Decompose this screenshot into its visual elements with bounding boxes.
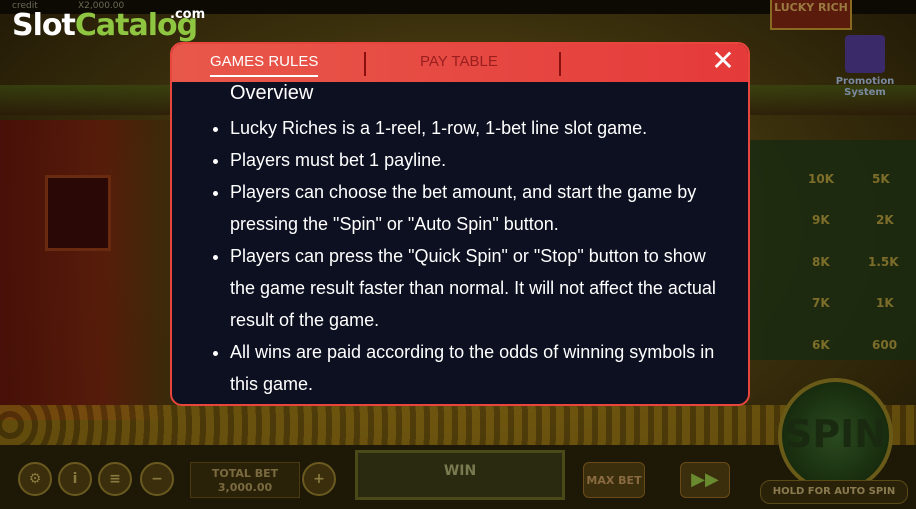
- slotcatalog-logo: SlotCatalog .com: [12, 7, 205, 43]
- tab-divider: [364, 52, 366, 76]
- paytable-value: 600: [872, 338, 898, 352]
- temple-window: [45, 175, 111, 251]
- total-bet-value: 3,000.00: [217, 481, 273, 494]
- close-icon[interactable]: ✕: [710, 47, 736, 75]
- paytable-value: 5K: [872, 172, 890, 186]
- win-display: WIN: [355, 450, 565, 500]
- logo-slot-text: Slot: [12, 8, 76, 43]
- rules-content: Overview Lucky Riches is a 1-reel, 1-row…: [172, 82, 748, 404]
- spin-button[interactable]: SPIN: [778, 378, 893, 493]
- play-icon[interactable]: ▶▶: [680, 462, 730, 498]
- total-bet-label: TOTAL BET: [211, 467, 279, 480]
- logo-com-text: .com: [170, 7, 206, 22]
- rule-item: Lucky Riches is a 1-reel, 1-row, 1-bet l…: [230, 112, 720, 144]
- paytable-value: 8K: [812, 255, 830, 269]
- rule-item: Players must bet 1 payline.: [230, 144, 720, 176]
- rule-item: Players can choose the bet amount, and s…: [230, 176, 720, 240]
- max-bet-button[interactable]: MAX BET: [583, 462, 645, 498]
- tab-games-rules[interactable]: GAMES RULES: [210, 53, 319, 77]
- lucky-rich-sign: LUCKY RICH: [770, 0, 852, 30]
- modal-header: GAMES RULES PAY TABLE ✕: [172, 44, 748, 82]
- promotion-label: Promotion System: [835, 76, 895, 98]
- paytable-value: 1.5K: [868, 255, 899, 269]
- tab-divider: [559, 52, 561, 76]
- promotion-button[interactable]: Promotion System: [820, 35, 910, 110]
- increase-bet-button[interactable]: +: [302, 462, 336, 496]
- rule-item: All wins are paid according to the odds …: [230, 336, 720, 400]
- paytable-value: 10K: [808, 172, 834, 186]
- paytable-value: 1K: [876, 296, 894, 310]
- info-icon[interactable]: i: [58, 462, 92, 496]
- tab-pay-table[interactable]: PAY TABLE: [420, 53, 498, 70]
- decrease-bet-button[interactable]: −: [140, 462, 174, 496]
- paytable-panel: 10K 5K 9K 2K 8K 1.5K 7K 1K 6K 600: [750, 140, 916, 360]
- overview-heading: Overview: [230, 82, 314, 104]
- paytable-value: 6K: [812, 338, 830, 352]
- paytable-value: 2K: [876, 213, 894, 227]
- paytable-value: 9K: [812, 213, 830, 227]
- total-bet-display: TOTAL BET 3,000.00: [190, 462, 300, 498]
- paytable-value: 7K: [812, 296, 830, 310]
- rules-modal: GAMES RULES PAY TABLE ✕ Overview Lucky R…: [170, 42, 750, 406]
- rules-list: Lucky Riches is a 1-reel, 1-row, 1-bet l…: [208, 112, 720, 400]
- rule-item: Players can press the "Quick Spin" or "S…: [230, 240, 720, 336]
- temple-left: [0, 120, 170, 420]
- hold-for-auto-spin-label: HOLD FOR AUTO SPIN: [760, 480, 908, 504]
- settings-gear-icon[interactable]: ⚙: [18, 462, 52, 496]
- menu-icon[interactable]: ≡: [98, 462, 132, 496]
- gift-icon: [845, 35, 885, 73]
